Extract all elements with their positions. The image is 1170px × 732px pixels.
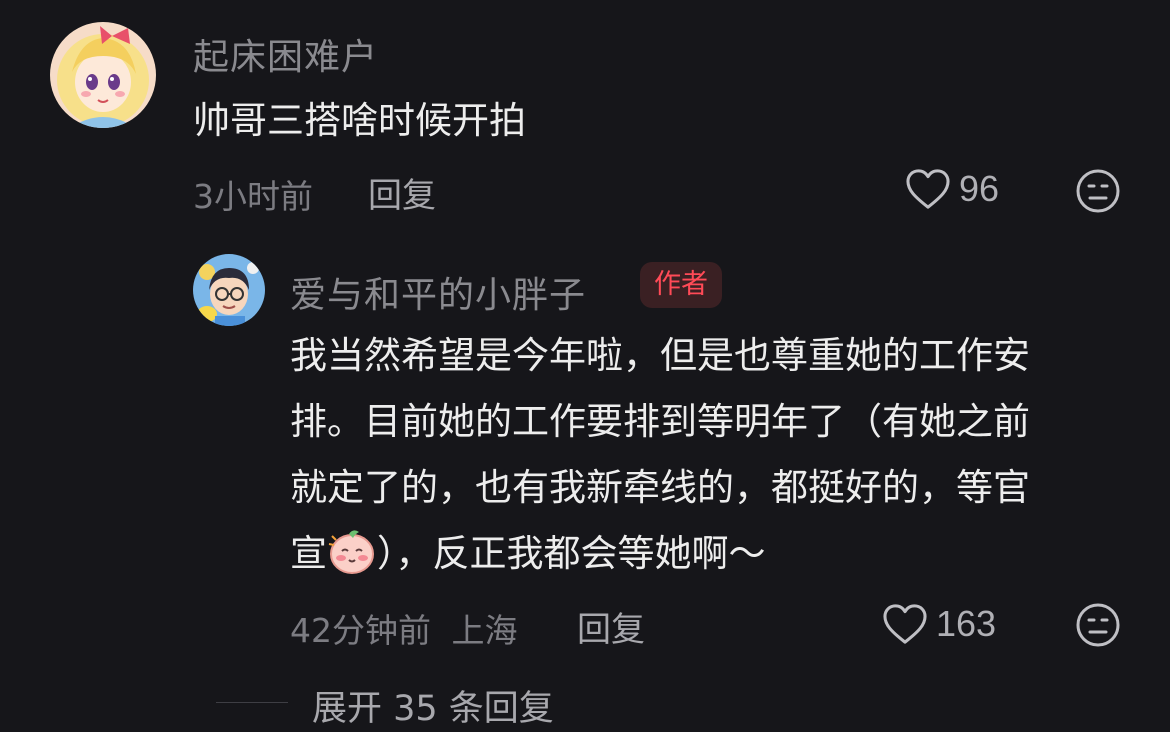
reply-button[interactable]: 回复 bbox=[577, 602, 645, 651]
comment-thread: 起床困难户 帅哥三搭啥时候开拍 3小时前 回复 96 爱与和平的小胖子 作者 我… bbox=[0, 0, 1170, 732]
expand-replies-button[interactable]: 展开 35 条回复 bbox=[312, 680, 554, 731]
like-count: 96 bbox=[959, 168, 1000, 209]
reply-text-line: 我当然希望是今年啦，但是也尊重她的工作安 bbox=[290, 334, 1030, 377]
reply-avatar[interactable] bbox=[193, 254, 265, 326]
comment-time: 3小时前 bbox=[193, 177, 313, 216]
reply-button[interactable]: 回复 bbox=[368, 168, 436, 217]
heart-outline-icon bbox=[883, 604, 927, 644]
reply-text-segment: ），反正我都会等她啊～ bbox=[377, 532, 766, 575]
reply-username[interactable]: 爱与和平的小胖子 bbox=[290, 266, 586, 318]
reply-text-line: 就定了的，也有我新牵线的，都挺好的，等官 bbox=[290, 466, 1030, 509]
reply-time-text: 42分钟前 bbox=[290, 611, 431, 650]
comment-text: 帅哥三搭啥时候开拍 bbox=[193, 99, 526, 142]
like-button[interactable]: 163 bbox=[882, 603, 996, 645]
avatar[interactable] bbox=[50, 22, 156, 128]
dislike-button[interactable] bbox=[1075, 602, 1121, 648]
expand-divider bbox=[216, 702, 288, 703]
dislike-button[interactable] bbox=[1075, 168, 1121, 214]
reply-text: 我当然希望是今年啦，但是也尊重她的工作安 排。目前她的工作要排到等明年了（有她之… bbox=[290, 323, 1030, 587]
comment-username[interactable]: 起床困难户 bbox=[193, 28, 378, 80]
reply-text-segment: 宣 bbox=[290, 532, 327, 575]
author-badge: 作者 bbox=[640, 262, 722, 308]
like-button[interactable]: 96 bbox=[905, 168, 999, 210]
like-count: 163 bbox=[936, 603, 997, 644]
reply-time: 42分钟前 上海 bbox=[290, 604, 518, 652]
reply-text-line: 排。目前她的工作要排到等明年了（有她之前 bbox=[290, 400, 1030, 443]
reply-avatar-image bbox=[193, 254, 265, 326]
reply-location: 上海 bbox=[451, 611, 518, 650]
reply-text-line: 宣 ），反正我都会等她啊～ bbox=[290, 521, 1030, 587]
neutral-face-icon bbox=[1076, 169, 1120, 213]
avatar-image bbox=[50, 22, 156, 128]
neutral-face-icon bbox=[1076, 603, 1120, 647]
heart-outline-icon bbox=[906, 169, 950, 209]
blushing-face-emoji bbox=[327, 526, 377, 576]
